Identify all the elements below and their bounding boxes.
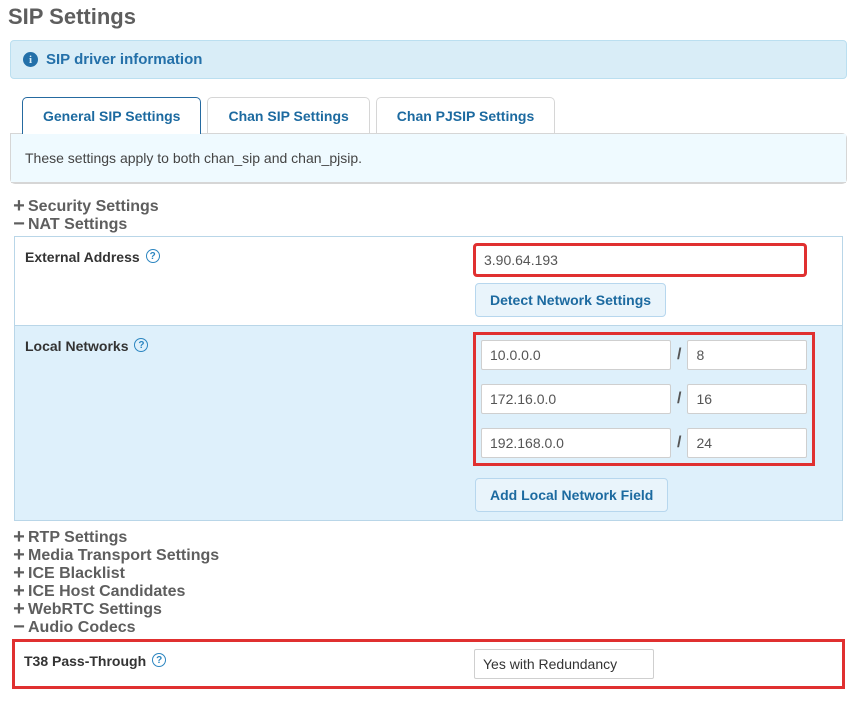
local-network-row-2: / [481, 428, 807, 458]
local-net-input-2[interactable] [481, 428, 671, 458]
sec-ice-host-label: ICE Host Candidates [28, 583, 185, 601]
sec-nat-label: NAT Settings [28, 216, 127, 234]
add-local-network-button[interactable]: Add Local Network Field [475, 478, 668, 512]
sec-audio-codecs-label: Audio Codecs [28, 619, 136, 637]
local-network-row-1: / [481, 384, 807, 414]
sec-media-transport[interactable]: + Media Transport Settings [10, 547, 847, 565]
tab-general[interactable]: General SIP Settings [22, 97, 201, 134]
plus-icon: + [12, 199, 26, 213]
t38-select[interactable]: Yes with Redundancy [474, 649, 654, 679]
local-net-input-0[interactable] [481, 340, 671, 370]
page-title: SIP Settings [0, 0, 857, 40]
slash-icon: / [677, 346, 681, 364]
general-panel: These settings apply to both chan_sip an… [10, 133, 847, 184]
minus-icon: − [12, 217, 26, 231]
tabs: General SIP Settings Chan SIP Settings C… [10, 97, 847, 134]
help-icon[interactable]: ? [146, 249, 160, 263]
help-icon[interactable]: ? [152, 653, 166, 667]
local-network-row-0: / [481, 340, 807, 370]
plus-icon: + [12, 530, 26, 544]
slash-icon: / [677, 390, 681, 408]
help-icon[interactable]: ? [134, 338, 148, 352]
sec-security[interactable]: + Security Settings [10, 198, 847, 216]
panel-note: These settings apply to both chan_sip an… [11, 134, 846, 183]
sec-rtp[interactable]: + RTP Settings [10, 529, 847, 547]
external-address-input[interactable] [475, 245, 805, 275]
sec-audio-codecs[interactable]: − Audio Codecs [10, 619, 847, 637]
detect-network-button[interactable]: Detect Network Settings [475, 283, 666, 317]
info-icon: i [23, 52, 38, 67]
local-networks-group: / / / [475, 334, 813, 464]
sec-rtp-label: RTP Settings [28, 529, 127, 547]
plus-icon: + [12, 548, 26, 562]
sec-webrtc[interactable]: + WebRTC Settings [10, 601, 847, 619]
local-mask-input-2[interactable] [687, 428, 807, 458]
sec-ice-blacklist-label: ICE Blacklist [28, 565, 125, 583]
local-mask-input-0[interactable] [687, 340, 807, 370]
minus-icon: − [12, 620, 26, 634]
local-net-input-1[interactable] [481, 384, 671, 414]
plus-icon: + [12, 584, 26, 598]
sip-driver-info-banner[interactable]: i SIP driver information [10, 40, 847, 79]
sec-nat[interactable]: − NAT Settings [10, 216, 847, 234]
sec-media-transport-label: Media Transport Settings [28, 547, 219, 565]
t38-value: Yes with Redundancy [483, 656, 617, 672]
sec-webrtc-label: WebRTC Settings [28, 601, 162, 619]
plus-icon: + [12, 602, 26, 616]
row-external-address: External Address ? Detect Network Settin… [15, 237, 842, 326]
tab-chan-pjsip[interactable]: Chan PJSIP Settings [376, 97, 555, 134]
local-mask-input-1[interactable] [687, 384, 807, 414]
tab-chan-sip[interactable]: Chan SIP Settings [207, 97, 369, 134]
nat-fields: External Address ? Detect Network Settin… [14, 236, 843, 521]
plus-icon: + [12, 566, 26, 580]
row-local-networks: Local Networks ? / / [15, 326, 842, 520]
t38-block: T38 Pass-Through ? Yes with Redundancy [14, 641, 843, 687]
slash-icon: / [677, 434, 681, 452]
t38-label: T38 Pass-Through [24, 653, 146, 669]
sec-security-label: Security Settings [28, 198, 159, 216]
sec-ice-host[interactable]: + ICE Host Candidates [10, 583, 847, 601]
sec-ice-blacklist[interactable]: + ICE Blacklist [10, 565, 847, 583]
banner-text: SIP driver information [46, 51, 202, 68]
external-address-label: External Address [25, 249, 140, 265]
local-networks-label: Local Networks [25, 338, 128, 354]
